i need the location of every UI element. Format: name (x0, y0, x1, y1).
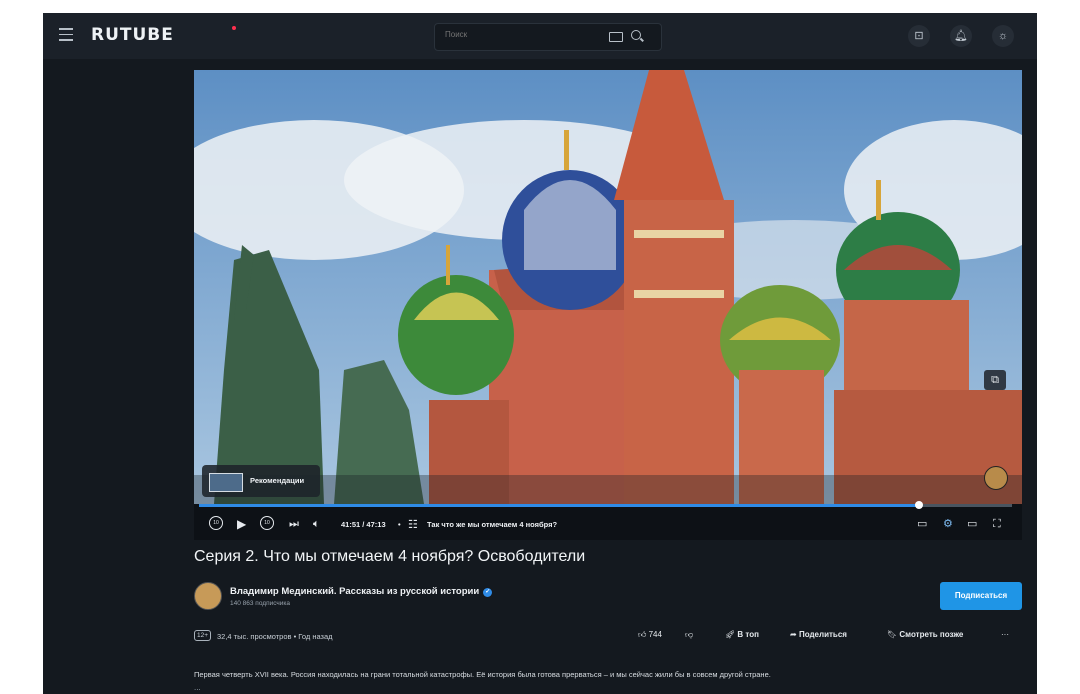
recommendations-thumbnail (209, 473, 243, 492)
recommendations-label: Рекомендации (250, 476, 305, 485)
fullscreen-icon[interactable]: ⛶ (993, 516, 1001, 532)
app-window: RUTUBE ⊡ 🔔︎ ☼ (43, 13, 1037, 694)
pip-icon[interactable]: ⧉ (984, 370, 1006, 390)
time-display: 41:51 / 47:13 (341, 520, 386, 529)
subtitles-icon[interactable]: ▭ (917, 516, 927, 532)
description-more[interactable]: ... (194, 683, 201, 692)
search-box[interactable] (434, 23, 662, 51)
forward-10-icon[interactable]: 10 (260, 516, 274, 530)
subscriber-count: 140 863 подписчика (230, 600, 291, 607)
video-frame[interactable] (194, 70, 1022, 504)
top-bar: RUTUBE ⊡ 🔔︎ ☼ (43, 13, 1037, 59)
theme-icon[interactable]: ☼ (992, 25, 1014, 47)
progress-handle[interactable] (915, 501, 924, 509)
next-icon[interactable]: ⏭ (289, 516, 299, 532)
dislike-button[interactable]: 👎︎ (685, 630, 693, 640)
watch-later-button[interactable]: 🔖︎ Смотреть позже (887, 630, 963, 639)
share-label: Поделиться (798, 630, 847, 639)
more-actions-button[interactable]: ··· (1001, 630, 1009, 639)
volume-icon[interactable]: 🔈︎ (313, 516, 320, 532)
search-icon[interactable] (631, 30, 641, 40)
video-meta: 32,4 тыс. просмотров • Год назад (217, 632, 333, 641)
verified-icon: ✓ (483, 588, 493, 597)
chapter-title: Так что же мы отмечаем 4 ноября? (427, 520, 558, 529)
like-button[interactable]: 👍︎ 744 (638, 630, 662, 640)
search-input[interactable] (443, 29, 587, 40)
thumbs-up-icon: 👍︎ (638, 630, 647, 639)
channel-name[interactable]: Владимир Мединский. Рассказы из русской … (230, 586, 493, 597)
top-button[interactable]: 🚀︎ В топ (725, 630, 759, 639)
bookmark-icon: 🔖︎ (887, 630, 898, 639)
share-icon: ➦ (790, 630, 797, 639)
upload-icon[interactable]: ⊡ (908, 25, 930, 47)
chapters-icon[interactable]: ☷ (408, 517, 418, 533)
progress-fill (199, 504, 920, 507)
thumbs-down-icon: 👎︎ (685, 630, 694, 639)
video-player[interactable]: Рекомендации ⧉ 10 ▶ 10 ⏭ 🔈︎ 41:51 / 47:1… (194, 70, 1022, 540)
watch-later-label: Смотреть позже (899, 630, 964, 639)
channel-name-text[interactable]: Владимир Мединский. Рассказы из русской … (230, 586, 479, 597)
bell-icon[interactable]: 🔔︎ (950, 25, 972, 47)
menu-icon[interactable] (59, 28, 73, 42)
age-rating-badge: 12+ (194, 630, 212, 641)
progress-bar[interactable] (199, 501, 1012, 509)
time-separator: • (398, 520, 401, 529)
rewind-10-icon[interactable]: 10 (209, 516, 223, 530)
rocket-icon: 🚀︎ (725, 630, 736, 639)
channel-avatar[interactable] (194, 582, 222, 610)
subscribe-button[interactable]: Подписаться (940, 582, 1022, 610)
play-icon[interactable]: ▶ (237, 516, 246, 532)
share-button[interactable]: ➦ Поделиться (790, 630, 847, 639)
like-count: 744 (648, 630, 662, 639)
logo-dot (232, 26, 236, 30)
theater-mode-icon[interactable]: ▭ (967, 516, 977, 532)
recommendations-button[interactable]: Рекомендации (202, 465, 320, 497)
player-controls: 10 ▶ 10 ⏭ 🔈︎ 41:51 / 47:13 • ☷ Так что ж… (194, 511, 1022, 538)
top-label: В топ (737, 630, 759, 639)
quality-icon[interactable]: ⚙ (943, 516, 953, 532)
video-title: Серия 2. Что мы отмечаем 4 ноября? Освоб… (194, 548, 586, 565)
keyboard-icon[interactable] (609, 32, 623, 42)
video-description: Первая четверть XVII века. Россия находи… (194, 670, 771, 679)
channel-watermark-avatar[interactable] (984, 466, 1008, 490)
rutube-logo[interactable]: RUTUBE (91, 25, 174, 45)
